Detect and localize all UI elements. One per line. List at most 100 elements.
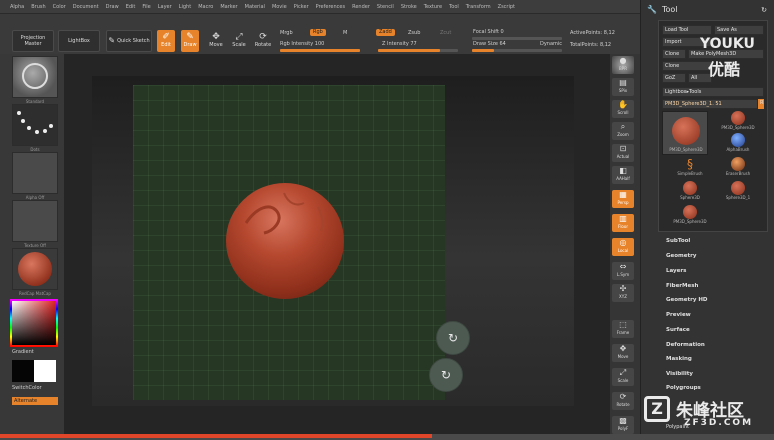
scroll-button[interactable]: ✋ Scroll [612, 100, 634, 118]
menu-item-layer[interactable]: Layer [158, 4, 172, 10]
texture-selector[interactable] [12, 200, 58, 242]
geometry-hd-section[interactable]: Geometry HD [666, 297, 708, 303]
gradient-label[interactable]: Gradient [12, 349, 34, 355]
menu-item-transform[interactable]: Transform [466, 4, 491, 10]
main-color-swatch[interactable] [12, 360, 34, 382]
quick-sketch-button[interactable]: ✎ Quick Sketch [106, 30, 152, 52]
brush-selector[interactable] [12, 56, 58, 98]
tool-sphere3d[interactable]: Sphere3D [667, 181, 713, 205]
geometry-section[interactable]: Geometry [666, 253, 696, 259]
clay-sphere-model[interactable] [226, 183, 344, 299]
rotate-view-shelf-button[interactable]: ⟳ Rotate [612, 392, 634, 410]
m-toggle[interactable]: M [343, 30, 347, 36]
menu-item-texture[interactable]: Texture [424, 4, 442, 10]
projection-master-button[interactable]: Projection Master [12, 30, 54, 52]
move-button[interactable]: ✥ Move [207, 30, 225, 52]
xyz-button[interactable]: ✣ XYZ [612, 284, 634, 302]
fibermesh-section[interactable]: FiberMesh [666, 283, 698, 289]
menu-item-draw[interactable]: Draw [106, 4, 119, 10]
rgb-intensity-track[interactable] [280, 49, 360, 52]
z-intensity-track[interactable] [378, 49, 458, 52]
tool-simple-brush[interactable]: § SimpleBrush [667, 157, 713, 181]
switch-color-button[interactable]: SwitchColor [12, 385, 42, 391]
bpr-button[interactable]: ● BPR [612, 56, 634, 74]
scale-view-button[interactable]: ⤢ Scale [612, 368, 634, 386]
draw-size-slider[interactable]: Draw Size 64 [473, 41, 506, 47]
clone-all-button[interactable]: Clone [662, 61, 712, 71]
menu-item-zscript[interactable]: Zscript [498, 4, 515, 10]
spix-button[interactable]: ▤ SPix [612, 78, 634, 96]
r-button[interactable]: R [758, 99, 764, 109]
lightbox-button[interactable]: LightBox [58, 30, 100, 52]
menu-item-movie[interactable]: Movie [272, 4, 287, 10]
zsub-toggle[interactable]: Zsub [408, 30, 420, 36]
polygroups-section[interactable]: Polygroups [666, 385, 701, 391]
current-tool-slider[interactable]: PM3D_Sphere3D_1. 51 [662, 99, 758, 109]
tool-pm3d-sphere-2[interactable]: PM3D_Sphere3D [667, 205, 713, 229]
menu-item-file[interactable]: File [142, 4, 150, 10]
preview-section[interactable]: Preview [666, 312, 691, 318]
frame-button[interactable]: ⬚ Frame [612, 320, 634, 338]
menu-item-alpha[interactable]: Alpha [10, 4, 24, 10]
menu-item-edit[interactable]: Edit [126, 4, 136, 10]
zcut-toggle[interactable]: Zcut [440, 30, 451, 36]
alternate-button[interactable]: Alternate [12, 397, 58, 405]
menu-item-preferences[interactable]: Preferences [316, 4, 345, 10]
secondary-color-swatch[interactable] [34, 360, 56, 382]
rotate-button[interactable]: ⟳ Rotate [254, 30, 272, 52]
persp-button[interactable]: ▦ Persp [612, 190, 634, 208]
save-as-button[interactable]: Save As [714, 25, 764, 35]
stroke-selector[interactable] [12, 104, 58, 146]
z-intensity-slider[interactable]: Z Intensity 77 [382, 41, 417, 47]
refresh-icon[interactable]: ↻ [761, 6, 767, 14]
menu-item-document[interactable]: Document [73, 4, 99, 10]
tool-palette-header[interactable]: 🔧 Tool ↻ [641, 2, 774, 17]
rgb-toggle[interactable]: Rgb [310, 29, 326, 36]
dynamic-toggle[interactable]: Dynamic [540, 41, 562, 47]
local-button[interactable]: ◎ Local [612, 238, 634, 256]
polyf-button[interactable]: ▩ PolyF [612, 416, 634, 434]
scale-button[interactable]: ⤢ Scale [230, 30, 248, 52]
zoom-button[interactable]: ⌕ Zoom [612, 122, 634, 140]
masking-section[interactable]: Masking [666, 356, 692, 362]
actual-button[interactable]: ⊡ Actual [612, 144, 634, 162]
focal-shift-track[interactable] [472, 37, 562, 40]
draw-button[interactable]: ✎ Draw [181, 30, 199, 52]
visibility-section[interactable]: Visibility [666, 371, 693, 377]
tool-sphere3d-1[interactable]: Sphere3D_1 [715, 181, 761, 205]
aahalf-button[interactable]: ◧ AAHalf [612, 166, 634, 184]
menu-item-render[interactable]: Render [352, 4, 370, 10]
alpha-selector[interactable] [12, 152, 58, 194]
tool-eraser-brush[interactable]: EraserBrush [715, 157, 761, 181]
layers-section[interactable]: Layers [666, 268, 686, 274]
selected-tool-thumb[interactable]: PM3D_Sphere3D [662, 111, 708, 155]
tool-alpha-brush[interactable]: AlphaBrush [715, 133, 761, 157]
material-selector[interactable] [12, 248, 58, 290]
load-tool-button[interactable]: Load Tool [662, 25, 712, 35]
subtool-section[interactable]: SubTool [666, 238, 690, 244]
menu-item-brush[interactable]: Brush [31, 4, 45, 10]
clone-button[interactable]: Clone [662, 49, 686, 59]
menu-item-macro[interactable]: Macro [198, 4, 213, 10]
draw-size-track[interactable] [472, 49, 562, 52]
lsym-button[interactable]: ⇔ L.Sym [612, 262, 634, 280]
color-picker[interactable] [10, 299, 58, 347]
menu-item-tool[interactable]: Tool [449, 4, 459, 10]
goz-button[interactable]: GoZ [662, 73, 686, 83]
edit-button[interactable]: ✐ Edit [157, 30, 175, 52]
lightbox-tools-button[interactable]: Lightbox▸Tools [662, 87, 764, 97]
tool-pm3d-sphere[interactable]: PM3D_Sphere3D [715, 111, 761, 135]
menu-item-picker[interactable]: Picker [294, 4, 309, 10]
deformation-section[interactable]: Deformation [666, 342, 705, 348]
surface-section[interactable]: Surface [666, 327, 690, 333]
menu-item-color[interactable]: Color [53, 4, 66, 10]
rotate-view-button-2[interactable]: ↻ [429, 358, 463, 392]
menu-item-stencil[interactable]: Stencil [377, 4, 394, 10]
floor-button[interactable]: ▥ Floor [612, 214, 634, 232]
menu-item-material[interactable]: Material [245, 4, 265, 10]
mrgb-toggle[interactable]: Mrgb [280, 30, 293, 36]
zadd-toggle[interactable]: Zadd [376, 29, 395, 36]
rotate-view-button[interactable]: ↻ [436, 321, 470, 355]
menu-item-stroke[interactable]: Stroke [401, 4, 417, 10]
menu-item-marker[interactable]: Marker [220, 4, 237, 10]
